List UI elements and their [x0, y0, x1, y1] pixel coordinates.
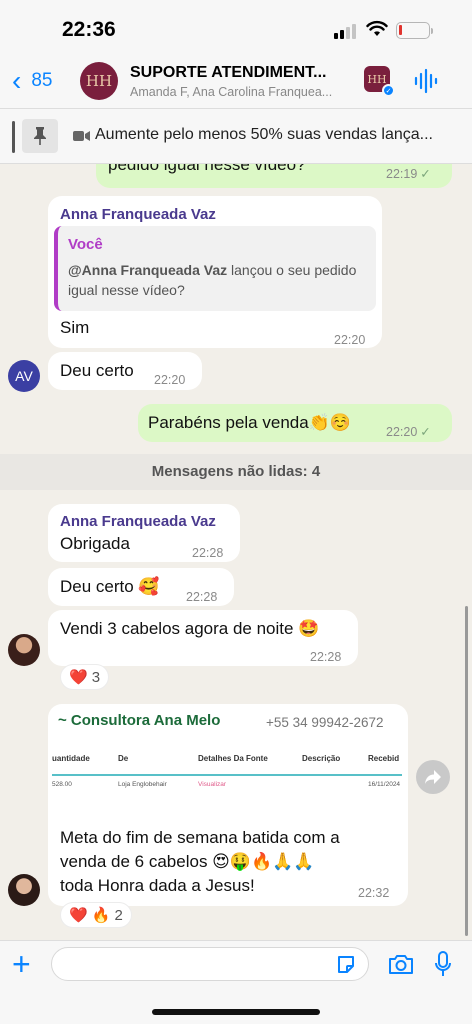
camera-icon[interactable] — [388, 953, 414, 975]
battery-icon — [396, 22, 433, 39]
table-cell: 528.00 — [52, 781, 72, 788]
message-text: pedido igual nesse vídeo? — [108, 164, 306, 174]
table-cell: Visualizar — [198, 781, 227, 788]
pinned-message-bar[interactable]: Aumente pelo menos 50% suas vendas lança… — [0, 108, 472, 164]
message-bubble[interactable]: Anna Franqueada Vaz Você @Anna Franquead… — [48, 196, 382, 348]
message-text: Meta do fim de semana batida com a venda… — [60, 826, 340, 898]
chat-area[interactable]: pedido igual nesse vídeo? 22:19 ✓ Anna Fr… — [0, 164, 472, 940]
table-divider — [52, 774, 402, 776]
scrollbar[interactable] — [465, 606, 468, 936]
message-bubble[interactable]: Parabéns pela venda👏☺️ 22:20 ✓ — [138, 404, 452, 442]
reaction-badge[interactable]: ❤️ 3 — [60, 664, 110, 690]
message-bubble[interactable]: pedido igual nesse vídeo? 22:19 ✓ — [96, 164, 452, 188]
verified-icon: ✓ — [382, 84, 395, 97]
pin-icon — [22, 119, 58, 153]
message-text: Deu certo 🥰 — [60, 577, 160, 596]
message-line: toda Honra dada a Jesus! — [60, 876, 255, 895]
microphone-icon[interactable] — [434, 951, 452, 977]
composer-bar: + — [0, 940, 472, 1024]
table-cell: Loja Englobehair — [118, 781, 167, 788]
table-cell: 16/11/2024 — [368, 781, 401, 788]
group-avatar[interactable]: HH — [80, 62, 118, 100]
message-text: Obrigada — [60, 534, 130, 553]
message-time: 22:20 ✓ — [386, 425, 431, 439]
quoted-author: Você — [68, 236, 103, 253]
message-time: 22:20 — [334, 333, 366, 347]
audio-wave-icon[interactable] — [414, 68, 438, 94]
quoted-message[interactable]: Você @Anna Franqueada Vaz lançou o seu p… — [54, 226, 376, 311]
message-text: Parabéns pela venda👏☺️ — [148, 413, 352, 432]
status-bar: 22:36 — [0, 0, 472, 58]
message-time: 22:32 — [358, 886, 390, 900]
message-bubble[interactable]: Deu certo 🥰 22:28 — [48, 568, 234, 606]
reaction-emoji: ❤️ 🔥 — [69, 907, 111, 924]
avatar[interactable] — [8, 874, 40, 906]
back-button[interactable]: ‹ 85 — [12, 65, 53, 96]
reaction-count: 3 — [91, 668, 101, 686]
avatar[interactable]: AV — [8, 360, 40, 392]
table-header: Recebid — [368, 754, 400, 763]
message-time: 22:28 — [310, 650, 342, 664]
unread-divider: Mensagens não lidas: 4 — [0, 454, 472, 490]
sender-name: Anna Franqueada Vaz — [60, 206, 216, 223]
group-logo-icon[interactable]: HH ✓ — [364, 66, 395, 97]
table-header: Detalhes Da Fonte — [198, 754, 268, 763]
chat-header: ‹ 85 HH SUPORTE ATENDIMENT... Amanda F, … — [0, 58, 472, 108]
table-header: De — [118, 754, 129, 763]
message-text: Sim — [60, 318, 90, 337]
message-time: 22:19 ✓ — [386, 167, 431, 181]
group-members[interactable]: Amanda F, Ana Carolina Franquea... — [130, 85, 350, 99]
image-attachment[interactable]: uantidade De Detalhes Da Fonte Descrição… — [52, 744, 404, 804]
message-bubble[interactable]: Anna Franqueada Vaz Obrigada 22:28 — [48, 504, 240, 562]
message-input[interactable] — [51, 947, 369, 981]
message-time: 22:20 — [154, 373, 186, 387]
message-bubble[interactable]: Deu certo 22:20 — [48, 352, 202, 390]
sender-phone: +55 34 99942-2672 — [266, 715, 384, 730]
forward-icon[interactable] — [416, 760, 450, 794]
unread-count: 85 — [31, 70, 53, 91]
wifi-icon — [366, 20, 388, 36]
message-text: Deu certo — [60, 361, 134, 380]
back-chevron-icon: ‹ — [12, 65, 22, 96]
quoted-text: @Anna Franqueada Vaz lançou o seu pedido… — [68, 262, 357, 298]
group-title[interactable]: SUPORTE ATENDIMENT... — [130, 64, 350, 82]
signal-icon — [334, 24, 356, 39]
message-line: Meta do fim de semana batida com a — [60, 828, 340, 847]
message-time: 22:28 — [186, 590, 218, 604]
message-bubble[interactable]: Vendi 3 cabelos agora de noite 🤩 22:28 — [48, 610, 358, 666]
video-camera-icon — [73, 131, 90, 141]
sticker-icon[interactable] — [336, 955, 356, 975]
table-header: uantidade — [52, 754, 90, 763]
home-indicator — [152, 1009, 320, 1015]
message-line: venda de 6 cabelos 😍🤑🔥🙏🙏 — [60, 852, 315, 871]
sender-name: ~ Consultora Ana Melo — [58, 712, 221, 729]
pinned-text: Aumente pelo menos 50% suas vendas lança… — [95, 126, 433, 143]
reaction-count: 2 — [114, 906, 123, 924]
table-header: Descrição — [302, 754, 341, 763]
reaction-emoji: ❤️ — [69, 669, 88, 686]
sender-name: Anna Franqueada Vaz — [60, 513, 216, 530]
reaction-badge[interactable]: ❤️ 🔥 2 — [60, 902, 132, 928]
plus-icon[interactable]: + — [12, 947, 31, 981]
pinned-indicator — [12, 121, 15, 153]
avatar[interactable] — [8, 634, 40, 666]
message-text: Vendi 3 cabelos agora de noite 🤩 — [60, 619, 320, 638]
status-time: 22:36 — [62, 18, 116, 41]
message-time: 22:28 — [192, 546, 224, 560]
